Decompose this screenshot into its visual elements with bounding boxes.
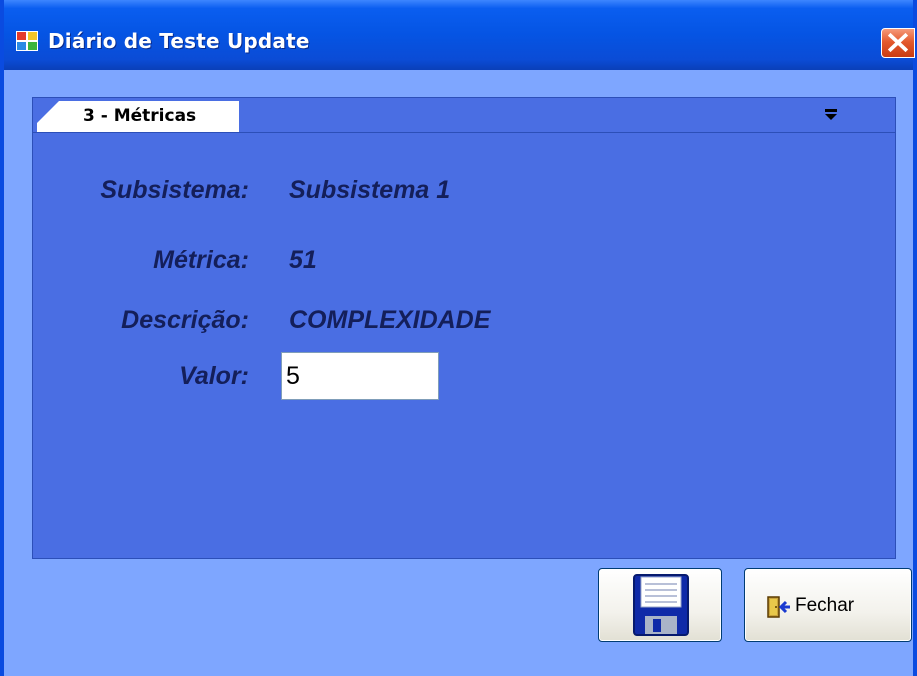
dropdown-menu-icon[interactable] [825,109,837,121]
close-button-label: Fechar [795,595,855,616]
tab-panel: 3 - Métricas Subsistema: Subsistema 1 Mé… [32,97,896,559]
save-button[interactable] [598,568,722,642]
exit-door-icon [767,596,790,618]
close-icon [887,32,909,53]
floppy-disk-icon [633,574,689,636]
metrica-value: 51 [289,246,317,274]
close-button[interactable]: Fechar [744,568,912,642]
descricao-value: COMPLEXIDADE [289,306,491,334]
window-title: Diário de Teste Update [48,29,310,53]
valor-input[interactable] [281,352,439,400]
metrica-label: Métrica: [153,246,249,274]
descricao-label: Descrição: [121,306,249,334]
window-close-button[interactable] [881,28,915,58]
valor-label: Valor: [179,362,249,390]
subsistema-label: Subsistema: [100,176,249,204]
tab-label: 3 - Métricas [83,106,197,126]
tab-metricas[interactable]: 3 - Métricas [37,101,239,132]
window-app-icon [16,31,38,51]
subsistema-value: Subsistema 1 [289,176,451,204]
tab-strip: 3 - Métricas [33,98,895,133]
title-bar[interactable]: Diário de Teste Update [4,0,915,70]
dialog-window: Diário de Teste Update 3 - Métricas Subs… [0,0,917,676]
